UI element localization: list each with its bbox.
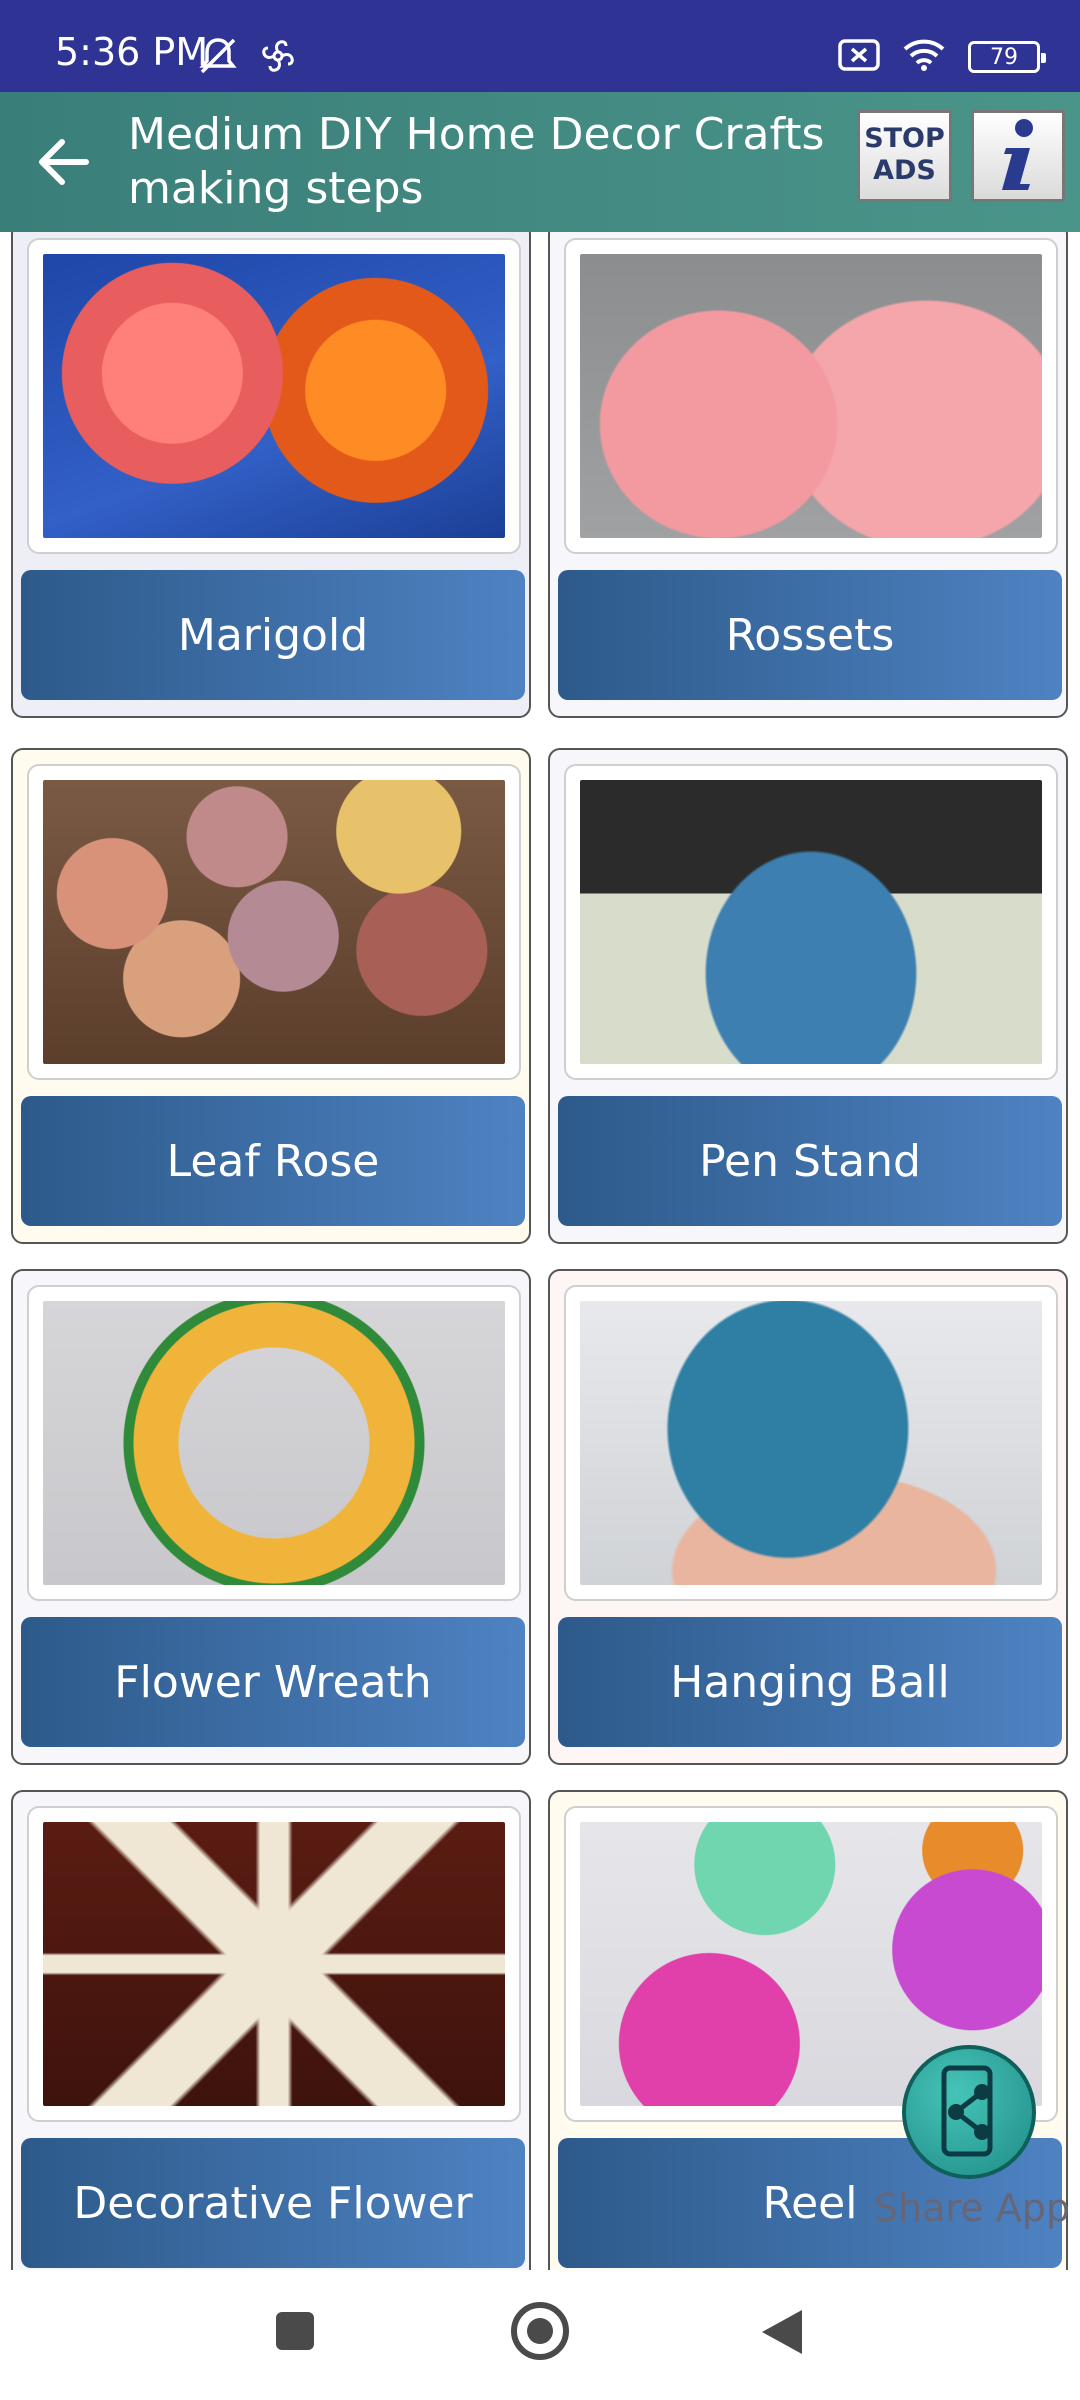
- page-title: Medium DIY Home Decor Crafts making step…: [128, 109, 825, 214]
- status-bar: 5:36 PM 79: [0, 0, 1080, 92]
- craft-button-leaf-rose[interactable]: Leaf Rose: [21, 1096, 525, 1226]
- share-app-button[interactable]: [902, 2045, 1036, 2179]
- status-time: 5:36 PM: [55, 30, 209, 74]
- craft-button-rossets[interactable]: Rossets: [558, 570, 1062, 700]
- craft-grid: Marigold Rossets Leaf Rose Pen Stand Flo…: [0, 232, 1080, 2270]
- info-icon: [1002, 119, 1033, 190]
- craft-button-pen-stand[interactable]: Pen Stand: [558, 1096, 1062, 1226]
- pen-stand-photo: [580, 780, 1042, 1064]
- mute-icon: [196, 36, 240, 80]
- share-app-label[interactable]: Share App: [874, 2186, 1074, 2230]
- hanging-ball-photo: [580, 1301, 1042, 1585]
- back-button[interactable]: [30, 130, 100, 194]
- wifi-icon: [902, 38, 946, 76]
- arrow-left-icon: [39, 139, 89, 185]
- marigold-photo: [43, 254, 505, 538]
- sim-error-icon: [838, 38, 880, 76]
- craft-card-flower-wreath[interactable]: Flower Wreath: [11, 1269, 531, 1765]
- decorative-flower-photo: [43, 1822, 505, 2106]
- recents-button[interactable]: [276, 2312, 314, 2350]
- stop-ads-button[interactable]: STOP ADS: [857, 110, 952, 202]
- craft-button-flower-wreath[interactable]: Flower Wreath: [21, 1617, 525, 1747]
- craft-card-rossets[interactable]: Rossets: [548, 232, 1068, 718]
- craft-card-pen-stand[interactable]: Pen Stand: [548, 748, 1068, 1244]
- battery-icon: 79: [968, 41, 1046, 73]
- rossets-photo: [580, 254, 1042, 538]
- craft-button-marigold[interactable]: Marigold: [21, 570, 525, 700]
- flower-wreath-photo: [43, 1301, 505, 1585]
- craft-card-decorative-flower[interactable]: Decorative Flower: [11, 1790, 531, 2270]
- craft-button-hanging-ball[interactable]: Hanging Ball: [558, 1617, 1062, 1747]
- pinwheel-icon: [258, 36, 298, 80]
- craft-card-leaf-rose[interactable]: Leaf Rose: [11, 748, 531, 1244]
- system-nav-bar: [0, 2270, 1080, 2400]
- leaf-rose-photo: [43, 780, 505, 1064]
- back-nav-button[interactable]: [762, 2310, 802, 2354]
- app-bar: Medium DIY Home Decor Crafts making step…: [0, 92, 1080, 232]
- info-button[interactable]: [971, 110, 1065, 202]
- share-icon: [941, 2065, 993, 2157]
- craft-card-marigold[interactable]: Marigold: [11, 232, 531, 718]
- craft-card-hanging-ball[interactable]: Hanging Ball: [548, 1269, 1068, 1765]
- craft-button-decorative-flower[interactable]: Decorative Flower: [21, 2138, 525, 2268]
- home-button[interactable]: [511, 2302, 569, 2360]
